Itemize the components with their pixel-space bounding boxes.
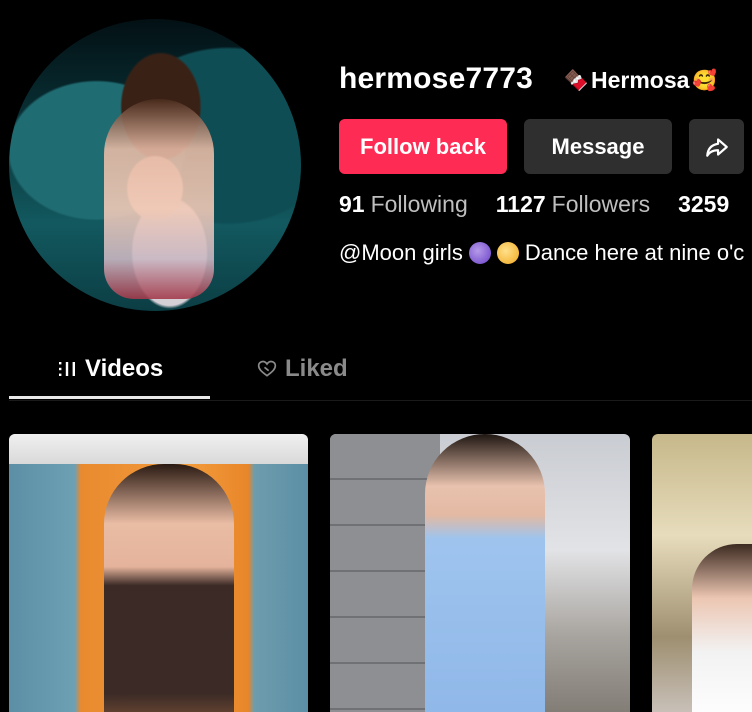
message-button[interactable]: Message (524, 119, 672, 174)
followers-label: Followers (551, 191, 651, 217)
thumbnail-wall (330, 434, 440, 712)
share-icon (705, 137, 728, 157)
likes-count: 3259 (678, 191, 730, 217)
bio-text-1: @Moon girls (339, 240, 463, 265)
follow-back-button[interactable]: Follow back (339, 119, 507, 174)
following-count: 91 (339, 191, 365, 217)
heart-outline-icon (257, 360, 277, 377)
nickname-text: Hermosa (591, 67, 690, 93)
profile-tabs: Videos Liked (9, 340, 752, 401)
likes-stat: 3259 (678, 191, 729, 218)
tab-liked-label: Liked (285, 355, 348, 382)
followers-count: 1127 (495, 191, 546, 217)
tab-liked[interactable]: Liked (257, 340, 348, 398)
profile-page: hermose7773 🍫 Hermosa 🥰 Follow back Mess… (0, 0, 752, 712)
tab-videos[interactable]: Videos (57, 340, 163, 398)
avatar-photo-subject (104, 99, 214, 299)
grid-bars-icon (59, 362, 75, 376)
profile-avatar[interactable] (9, 19, 301, 311)
video-thumbnail[interactable] (652, 434, 752, 712)
following-label: Following (370, 191, 468, 217)
profile-username: hermose7773 (339, 62, 533, 95)
profile-stats: 91 Following 1127 Followers 3259 (339, 191, 752, 218)
smiling-face-emoji-icon (496, 242, 519, 264)
profile-bio: @Moon girls Dance here at nine o'c (339, 240, 744, 266)
video-thumbnail[interactable] (9, 434, 308, 712)
share-button[interactable] (689, 119, 744, 174)
following-stat[interactable]: 91 Following (339, 191, 468, 218)
profile-nickname: 🍫 Hermosa 🥰 (563, 67, 717, 94)
active-tab-indicator (9, 396, 210, 399)
tab-videos-label: Videos (85, 355, 164, 382)
thumbnail-subject (104, 464, 234, 712)
smiling-hearts-emoji-icon: 🥰 (691, 69, 717, 92)
moon-face-emoji-icon (468, 242, 491, 264)
thumbnail-ceiling (9, 434, 308, 464)
followers-stat[interactable]: 1127 Followers (496, 191, 650, 218)
thumbnail-subject (692, 544, 752, 712)
video-thumbnail[interactable] (330, 434, 630, 712)
bio-text-2: Dance here at nine o'c (524, 240, 745, 265)
thumbnail-subject (425, 434, 545, 712)
chocolate-emoji-icon: 🍫 (563, 69, 589, 92)
